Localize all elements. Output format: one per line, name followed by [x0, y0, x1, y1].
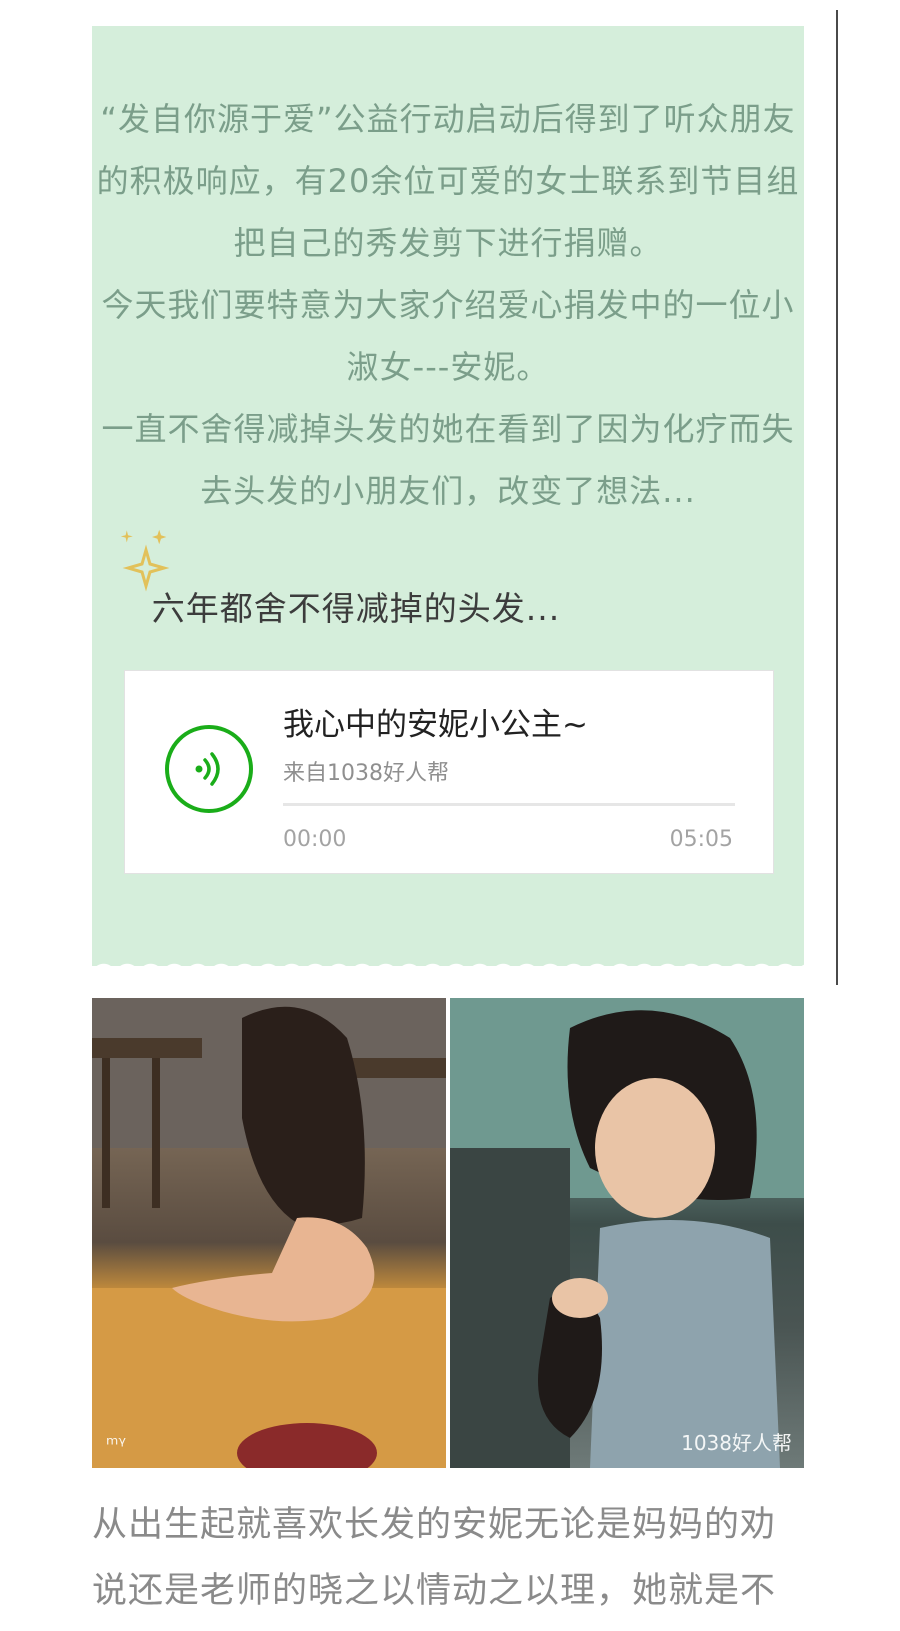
photo-left-illustration [92, 998, 446, 1468]
vertical-divider [836, 10, 838, 985]
section-subheading: 六年都舍不得减掉的头发... [151, 589, 561, 628]
sound-wave-icon [195, 752, 220, 786]
watermark-right: 1038好人帮 [681, 1431, 792, 1455]
watermark-left: ᵐᵞ [106, 1432, 126, 1456]
photo-row: ᵐᵞ 1038好人帮 [92, 998, 804, 1468]
photo-girl-long-hair: ᵐᵞ [92, 998, 446, 1468]
article-body-text: 从出生起就喜欢长发的安妮无论是妈妈的劝说还是老师的晓之以情动之以理，她就是不 [92, 1505, 777, 1611]
play-button[interactable] [165, 725, 253, 813]
audio-source: 来自1038好人帮 [283, 761, 449, 786]
audio-current-time: 00:00 [283, 827, 347, 852]
intro-paragraph-2: 今天我们要特意为大家介绍爱心捐发中的一位小淑女---安妮。 [101, 286, 795, 386]
intro-paragraph-3: 一直不舍得减掉头发的她在看到了因为化疗而失去头发的小朋友们，改变了想法... [101, 410, 795, 510]
audio-progress-bar[interactable] [283, 803, 735, 806]
intro-text: “发自你源于爱”公益行动启动后得到了听众朋友的积极响应，有20余位可爱的女士联系… [92, 88, 804, 522]
photo-right-illustration [450, 998, 804, 1468]
intro-paragraph-1: “发自你源于爱”公益行动启动后得到了听众朋友的积极响应，有20余位可爱的女士联系… [96, 100, 800, 262]
audio-duration: 05:05 [669, 827, 733, 852]
photo-girl-short-hair: 1038好人帮 [450, 998, 804, 1468]
audio-player[interactable]: 我心中的安妮小公主~ 来自1038好人帮 00:00 05:05 [124, 670, 774, 874]
scallop-edge [92, 942, 804, 966]
audio-title: 我心中的安妮小公主~ [283, 707, 588, 743]
